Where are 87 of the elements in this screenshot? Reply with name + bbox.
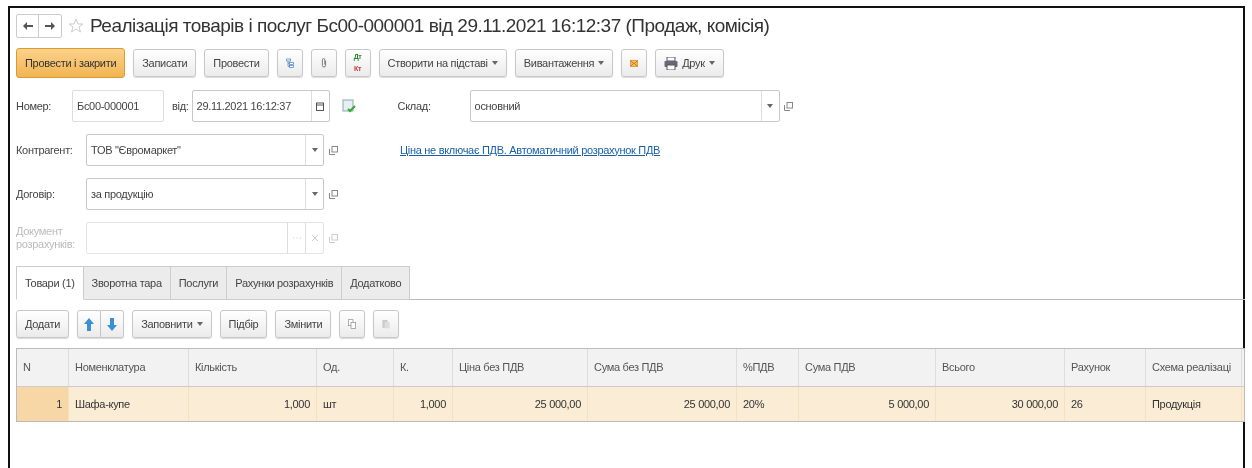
field-label: Договір: [16, 187, 56, 201]
clear-icon [311, 235, 318, 241]
open-icon[interactable] [328, 233, 338, 243]
column-header[interactable]: Номенклатура [69, 349, 189, 386]
input-field[interactable]: ТОВ "Євромаркет" [86, 134, 324, 166]
open-icon[interactable] [784, 101, 794, 111]
paperclip-icon [319, 56, 328, 70]
column-header[interactable]: Сума ПДВ [799, 349, 936, 386]
caret-icon [491, 61, 498, 65]
open-icon[interactable] [328, 189, 338, 199]
toolbar-button[interactable]: Записати [133, 49, 197, 77]
vat-link[interactable]: Ціна не включає ПДВ. Автоматичний розрахунок ПДВ [400, 141, 661, 159]
toolbar-button[interactable]: Провести [204, 49, 269, 77]
column-header[interactable]: Ціна без ПДВ [453, 349, 588, 386]
field-label: Документ розрахунків: [16, 225, 77, 251]
back-arrow-icon [22, 22, 33, 30]
input-field[interactable] [86, 222, 324, 254]
table-cell: 30 000,00 [936, 387, 1065, 421]
column-header[interactable]: Рахунок [1065, 349, 1146, 386]
printer-icon [664, 56, 679, 70]
column-header[interactable]: Кількість [189, 349, 317, 386]
field-label: Контрагент: [16, 143, 74, 157]
tab[interactable]: Послуги [170, 266, 228, 300]
paste-icon [382, 317, 391, 331]
tab[interactable]: Рахунки розрахунків [227, 266, 343, 300]
menu-button[interactable]: Вивантаження [514, 49, 614, 77]
menu-button[interactable]: Створити на підставі [378, 49, 507, 77]
caret-icon [196, 322, 203, 326]
table-cell: 25 000,00 [453, 387, 588, 421]
hierarchy-icon [285, 56, 294, 70]
forward-arrow-icon [45, 22, 55, 30]
caret-icon [767, 104, 774, 108]
table-cell: 20% [737, 387, 799, 421]
caret-icon [311, 148, 318, 152]
column-header[interactable]: Од. [317, 349, 394, 386]
move-down-button[interactable] [101, 310, 125, 338]
caret-icon [311, 192, 318, 196]
warehouse-field[interactable]: основний [469, 90, 780, 122]
column-header[interactable]: %ПДВ [737, 349, 799, 386]
copy-icon [348, 317, 357, 331]
open-icon[interactable] [328, 145, 338, 155]
table-toolbar-button[interactable]: Змінити [275, 310, 332, 338]
calendar-icon [316, 101, 325, 111]
envelope-icon [630, 57, 639, 69]
table-cell: 1,000 [189, 387, 317, 421]
field-label: від: [172, 98, 189, 114]
table-row[interactable]: 1 Шафа-купе 1,000 шт 1,000 25 000,00 25 000,00 20% 5 000,00 30 000,00 26 Продукція [17, 387, 1244, 421]
column-header[interactable]: N [17, 349, 69, 386]
date-field[interactable]: 29.11.2021 16:12:37 [191, 90, 330, 122]
tab[interactable]: Зворотна тара [83, 266, 171, 300]
window-title: Реалізація товарів і послуг Бс00-000001 від 29.11.2021 16:12:37 (Продаж, комісія) [90, 13, 770, 38]
mail-button[interactable] [621, 49, 648, 77]
table-cell: Шафа-купе [69, 387, 189, 421]
column-header[interactable]: К. [394, 349, 453, 386]
tab[interactable]: Додатково [342, 266, 411, 300]
table-toolbar-button[interactable]: Додати [16, 310, 70, 338]
attach-button[interactable] [310, 49, 337, 77]
field-value: ТОВ "Євромаркет" [91, 142, 181, 158]
field-label: Склад: [397, 98, 432, 114]
table-cell: 1,000 [394, 387, 453, 421]
fill-menu-button[interactable]: Заповнити [132, 310, 212, 338]
table-cell: Продукція [1146, 387, 1242, 421]
field-label: Номер: [16, 98, 53, 114]
column-header[interactable]: Схема реалізаці [1146, 349, 1242, 386]
star-icon[interactable] [68, 18, 84, 34]
column-header[interactable]: Всього [936, 349, 1065, 386]
down-arrow-icon [107, 317, 118, 331]
post-and-close-button[interactable]: Провести і закрити [16, 48, 126, 78]
copy-button[interactable] [339, 310, 366, 338]
number-field[interactable]: Бс00-000001 [72, 90, 164, 122]
table-cell: 25 000,00 [588, 387, 737, 421]
input-field[interactable]: за продукцію [86, 178, 324, 210]
tab[interactable]: Товари (1) [16, 266, 84, 300]
field-value: за продукцію [91, 186, 154, 202]
table-cell: шт [317, 387, 394, 421]
up-arrow-icon [84, 317, 95, 331]
table-cell: 5 000,00 [799, 387, 936, 421]
print-button[interactable]: Друк [655, 49, 724, 77]
column-header[interactable]: Сума без ПДВ [588, 349, 737, 386]
document-check-icon[interactable] [341, 99, 356, 113]
structure-button[interactable] [276, 49, 303, 77]
caret-icon [598, 61, 605, 65]
caret-icon [708, 61, 715, 65]
table-cell: 1 [17, 387, 69, 421]
table-cell: 26 [1065, 387, 1146, 421]
move-up-button[interactable] [77, 310, 102, 338]
table-toolbar-button[interactable]: Підбір [219, 310, 268, 338]
